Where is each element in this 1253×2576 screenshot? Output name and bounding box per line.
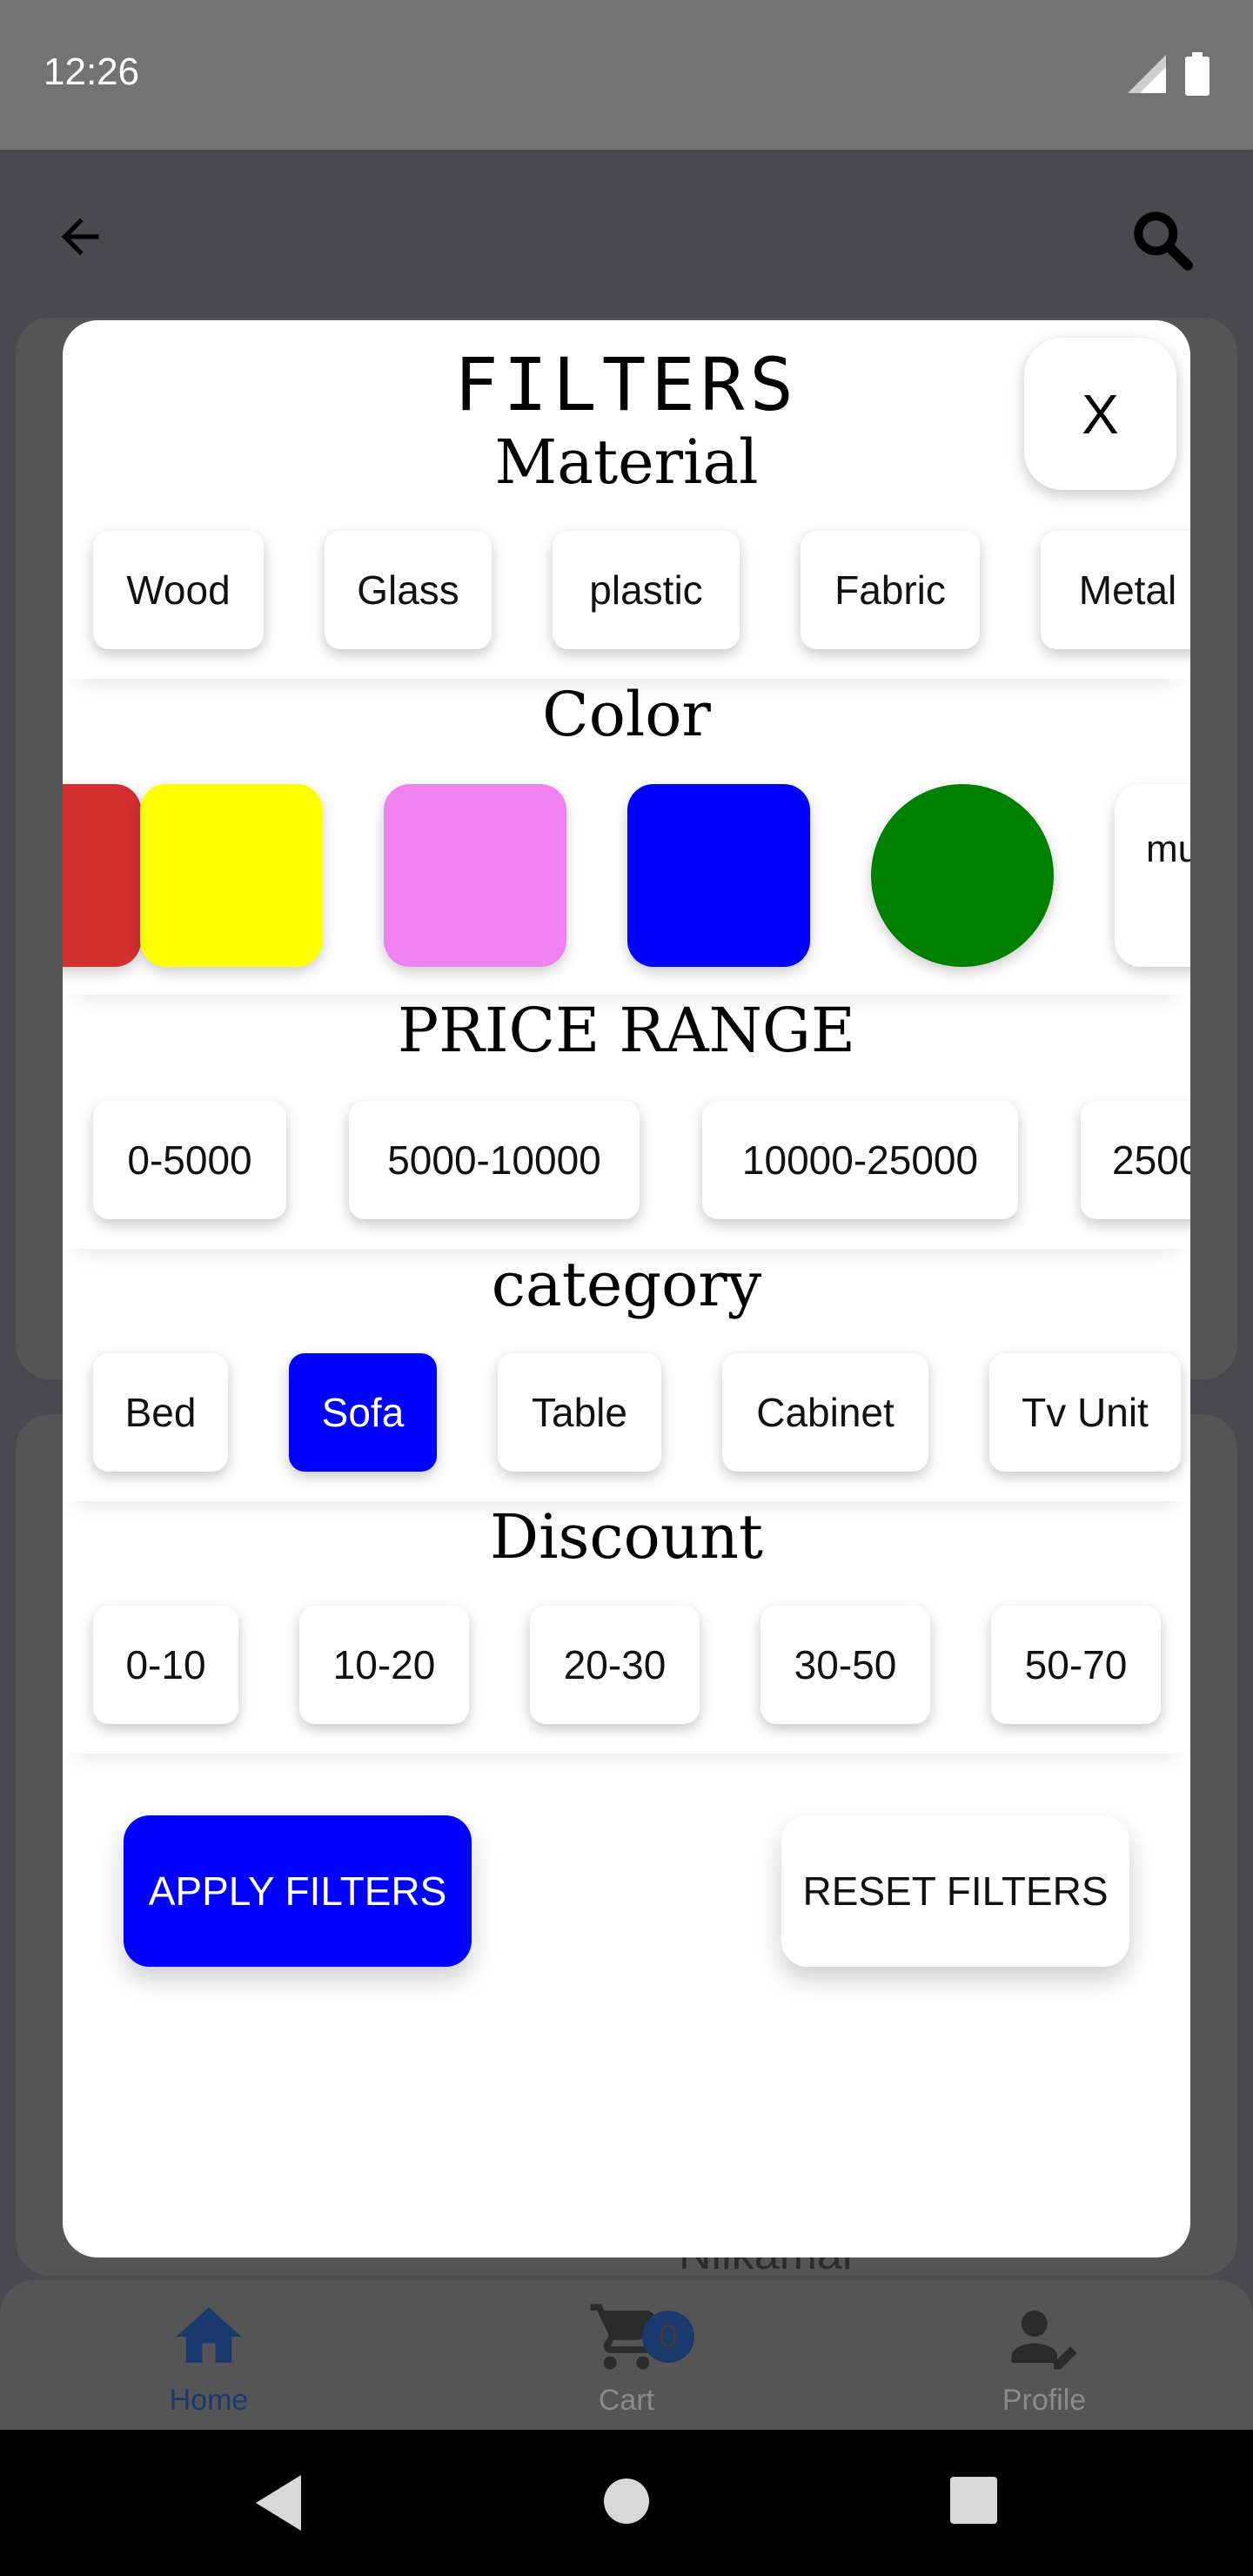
color-swatch-yellow[interactable] [140, 784, 323, 967]
price-chip-5000-10000[interactable]: 5000-10000 [349, 1101, 640, 1219]
discount-options-row[interactable]: 0-10 10-20 20-30 30-50 50-70 [63, 1587, 1190, 1754]
price-options-row[interactable]: 0-5000 5000-10000 10000-25000 2500 [63, 1082, 1190, 1249]
status-icons [1128, 52, 1209, 96]
color-swatch-violet[interactable] [384, 784, 566, 967]
color-options-row[interactable]: mu [63, 760, 1190, 995]
reset-filters-button[interactable]: RESET FILTERS [781, 1815, 1129, 1967]
battery-icon [1185, 52, 1209, 96]
apply-filters-button[interactable]: APPLY FILTERS [124, 1815, 472, 1967]
material-chip-metal[interactable]: Metal [1041, 531, 1190, 649]
nav-home[interactable]: Home [122, 2298, 296, 2418]
nav-cart-label: Cart [598, 2384, 655, 2417]
price-chip-25000-plus[interactable]: 2500 [1081, 1101, 1190, 1219]
material-chip-glass[interactable]: Glass [325, 531, 492, 649]
material-chip-fabric[interactable]: Fabric [801, 531, 980, 649]
category-chip-bed[interactable]: Bed [93, 1353, 228, 1472]
status-bar [0, 0, 1253, 150]
color-swatch-red[interactable] [63, 784, 141, 967]
system-nav-bar [0, 2430, 1253, 2576]
status-time: 12:26 [44, 50, 140, 93]
category-chip-tv-unit[interactable]: Tv Unit [989, 1353, 1181, 1472]
section-title-category: category [491, 1249, 762, 1320]
nav-profile-label: Profile [1002, 2384, 1087, 2417]
back-arrow-icon[interactable] [52, 209, 108, 265]
section-title-material: Material [494, 426, 759, 498]
system-home-icon[interactable] [600, 2475, 653, 2527]
section-title-color: Color [542, 679, 711, 750]
material-options-row[interactable]: Wood Glass plastic Fabric Metal [63, 512, 1190, 679]
price-chip-10000-25000[interactable]: 10000-25000 [702, 1101, 1018, 1219]
modal-title: FILTERS [453, 342, 799, 427]
material-chip-plastic[interactable]: plastic [553, 531, 740, 649]
cart-count-badge: 0 [642, 2311, 694, 2363]
discount-chip-10-20[interactable]: 10-20 [299, 1606, 469, 1724]
discount-chip-20-30[interactable]: 20-30 [530, 1606, 700, 1724]
home-icon [176, 2307, 242, 2363]
material-chip-wood[interactable]: Wood [93, 531, 264, 649]
discount-chip-50-70[interactable]: 50-70 [991, 1606, 1161, 1724]
category-chip-table[interactable]: Table [498, 1353, 661, 1472]
section-title-price: PRICE RANGE [398, 995, 855, 1066]
nav-cart[interactable]: Cart [539, 2298, 714, 2418]
system-back-icon[interactable] [252, 2473, 305, 2532]
app-bar [0, 150, 1253, 324]
search-icon[interactable] [1127, 205, 1196, 274]
signal-icon [1128, 55, 1166, 93]
discount-chip-30-50[interactable]: 30-50 [761, 1606, 930, 1724]
system-recents-icon[interactable] [948, 2475, 999, 2526]
category-chip-sofa[interactable]: Sofa [289, 1353, 437, 1472]
profile-edit-icon [1011, 2311, 1077, 2370]
nav-profile[interactable]: Profile [957, 2298, 1131, 2418]
nav-home-label: Home [169, 2384, 249, 2417]
color-swatch-green[interactable] [871, 784, 1054, 967]
color-swatch-blue[interactable] [627, 784, 810, 967]
filters-modal: FILTERS X Material Wood Glass plastic Fa… [63, 320, 1190, 2257]
color-swatch-multi[interactable]: mu [1115, 784, 1190, 967]
category-chip-cabinet[interactable]: Cabinet [722, 1353, 928, 1472]
category-options-row[interactable]: Bed Sofa Table Cabinet Tv Unit [63, 1334, 1190, 1501]
section-title-discount: Discount [489, 1501, 764, 1573]
discount-chip-0-10[interactable]: 0-10 [93, 1606, 238, 1724]
price-chip-0-5000[interactable]: 0-5000 [93, 1101, 286, 1219]
